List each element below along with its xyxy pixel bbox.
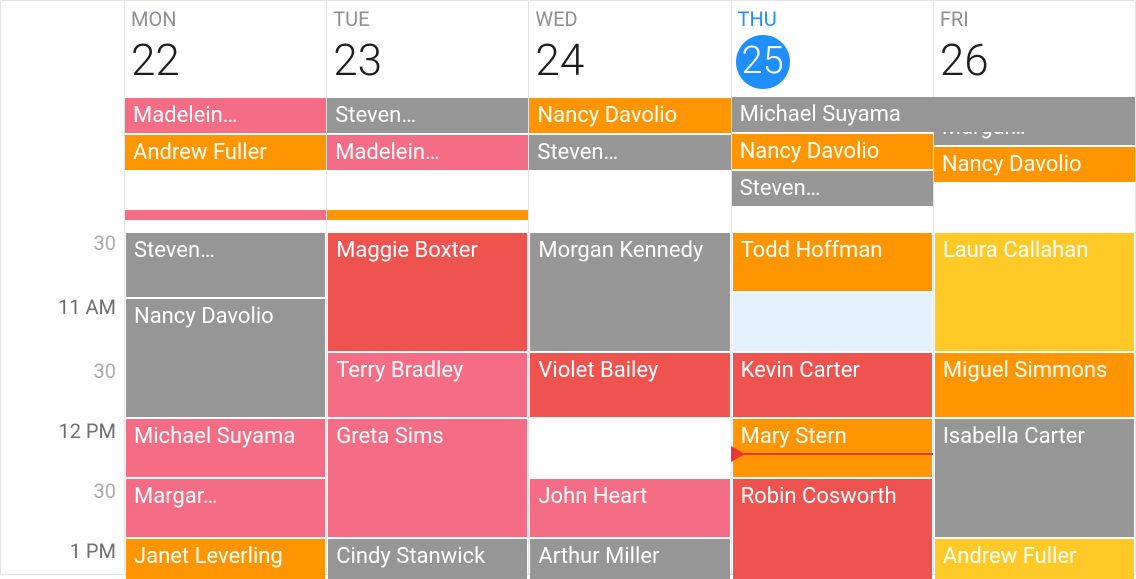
timed-event-slot[interactable]: Terry Bradley <box>328 353 527 417</box>
allday-event[interactable]: Nancy Davolio <box>934 147 1135 182</box>
day-column[interactable]: FRI26Margar…Nancy DavolioLaura CallahanM… <box>933 1 1135 574</box>
allday-event[interactable]: Steven… <box>732 171 933 206</box>
allday-section: Madelein…Andrew Fuller <box>125 98 326 170</box>
now-indicator-arrow-icon <box>731 446 745 462</box>
allday-section: Michael SuyamaNancy DavolioSteven… <box>732 97 933 206</box>
allday-event[interactable]: Madelein… <box>327 135 528 170</box>
timed-event[interactable]: Steven… <box>126 233 325 297</box>
timed-event-slot[interactable]: Nancy Davolio <box>126 299 325 417</box>
day-number: 23 <box>327 31 528 90</box>
time-label: 30 <box>94 479 116 503</box>
timed-event-slot[interactable]: Arthur Miller <box>530 539 729 579</box>
day-column[interactable]: TUE23Steven…Madelein…Maggie BoxterTerry … <box>326 1 528 574</box>
time-label: 11 AM <box>58 295 116 319</box>
timed-event[interactable]: Morgan Kennedy <box>530 233 729 351</box>
day-number: 22 <box>125 31 326 90</box>
day-column[interactable]: WED24Nancy DavolioSteven…Morgan KennedyV… <box>528 1 730 574</box>
timed-event[interactable]: Todd Hoffman <box>733 233 932 291</box>
timed-event[interactable]: Maggie Boxter <box>328 233 527 351</box>
allday-event[interactable]: Michael Suyama <box>732 97 1135 132</box>
strip-indicator <box>327 210 528 220</box>
timed-event[interactable]: Violet Bailey <box>530 353 729 417</box>
timed-event-slot[interactable]: Maggie Boxter <box>328 233 527 351</box>
time-axis: 30 11 AM 30 12 PM 30 1 PM <box>1 1 124 574</box>
timed-event[interactable]: Greta Sims <box>328 419 527 537</box>
allday-event[interactable]: Andrew Fuller <box>125 135 326 170</box>
allday-event[interactable]: Steven… <box>529 135 730 170</box>
day-header[interactable]: THU 25 <box>732 1 933 97</box>
timed-event-slot[interactable]: Michael Suyama <box>126 419 325 477</box>
timed-event-slot[interactable]: Todd Hoffman <box>733 233 932 291</box>
timed-event-slot[interactable] <box>733 293 932 351</box>
timed-event[interactable]: John Heart <box>530 479 729 537</box>
time-label: 12 PM <box>58 419 116 443</box>
timed-event[interactable]: Laura Callahan <box>935 233 1134 351</box>
calendar-week-view: 3011 AM3012 PM301 PM MON22Madelein…Andre… <box>1 1 1135 574</box>
day-number: 24 <box>529 31 730 90</box>
timed-event-slot[interactable]: Mary Stern <box>733 419 932 477</box>
allday-section: Nancy DavolioSteven… <box>529 98 730 170</box>
day-number: 25 <box>736 35 790 89</box>
allday-event[interactable]: Nancy Davolio <box>732 134 933 169</box>
strip-indicator <box>125 210 326 220</box>
timed-event-slot[interactable]: John Heart <box>530 479 729 537</box>
day-header[interactable]: TUE23 <box>327 1 528 98</box>
day-of-week-label: MON <box>125 7 326 31</box>
days-container: MON22Madelein…Andrew FullerSteven…Nancy … <box>124 1 1135 574</box>
day-header[interactable]: FRI26 <box>934 1 1135 98</box>
timed-event-slot[interactable]: Laura Callahan <box>935 233 1134 351</box>
day-header[interactable]: WED24 <box>529 1 730 98</box>
timed-event[interactable]: Cindy Stanwick <box>328 539 527 579</box>
timed-event[interactable]: Isabella Carter <box>935 419 1134 537</box>
day-number: 26 <box>934 31 1135 90</box>
time-label: 30 <box>94 231 116 255</box>
day-of-week-label: WED <box>529 7 730 31</box>
timed-event[interactable]: Michael Suyama <box>126 419 325 477</box>
timed-event-slot[interactable]: Kevin Carter <box>733 353 932 417</box>
day-of-week-label: THU <box>732 7 933 31</box>
timed-event[interactable]: Terry Bradley <box>328 353 527 417</box>
timed-event[interactable]: Mary Stern <box>733 419 932 477</box>
allday-event[interactable]: Madelein… <box>125 98 326 133</box>
timed-event[interactable]: Nancy Davolio <box>126 299 325 417</box>
timed-event[interactable]: Margar… <box>126 479 325 537</box>
allday-event[interactable]: Nancy Davolio <box>529 98 730 133</box>
allday-section: Steven…Madelein… <box>327 98 528 170</box>
timed-event[interactable]: Kevin Carter <box>733 353 932 417</box>
timed-event[interactable]: Miguel Simmons <box>935 353 1134 417</box>
timed-event-slot[interactable]: Andrew Fuller <box>935 539 1134 579</box>
timed-event[interactable]: Robin Cosworth <box>733 479 932 579</box>
time-label: 1 PM <box>70 539 116 563</box>
timed-event[interactable] <box>733 293 932 351</box>
day-column[interactable]: MON22Madelein…Andrew FullerSteven…Nancy … <box>124 1 326 574</box>
timed-event-slot[interactable]: Margar… <box>126 479 325 537</box>
time-label: 30 <box>94 359 116 383</box>
allday-event[interactable]: Steven… <box>327 98 528 133</box>
timed-event-slot[interactable]: Violet Bailey <box>530 353 729 417</box>
day-of-week-label: TUE <box>327 7 528 31</box>
timed-event[interactable]: Andrew Fuller <box>935 539 1134 579</box>
timed-event[interactable]: Janet Leverling <box>126 539 325 579</box>
timed-event[interactable]: Arthur Miller <box>530 539 729 579</box>
timed-event-slot[interactable]: Steven… <box>126 233 325 297</box>
timed-event-slot[interactable]: Greta Sims <box>328 419 527 537</box>
now-indicator-line <box>731 453 933 455</box>
day-of-week-label: FRI <box>934 7 1135 31</box>
timed-event-slot[interactable]: Cindy Stanwick <box>328 539 527 579</box>
timed-event-slot[interactable]: Miguel Simmons <box>935 353 1134 417</box>
timed-event-slot[interactable]: Isabella Carter <box>935 419 1134 537</box>
day-column[interactable]: THU25Michael SuyamaNancy DavolioSteven…T… <box>731 1 933 574</box>
timed-event-slot[interactable]: Morgan Kennedy <box>530 233 729 351</box>
timed-event-slot[interactable]: Robin Cosworth <box>733 479 932 579</box>
day-header[interactable]: MON22 <box>125 1 326 98</box>
timed-event-slot[interactable]: Janet Leverling <box>126 539 325 579</box>
